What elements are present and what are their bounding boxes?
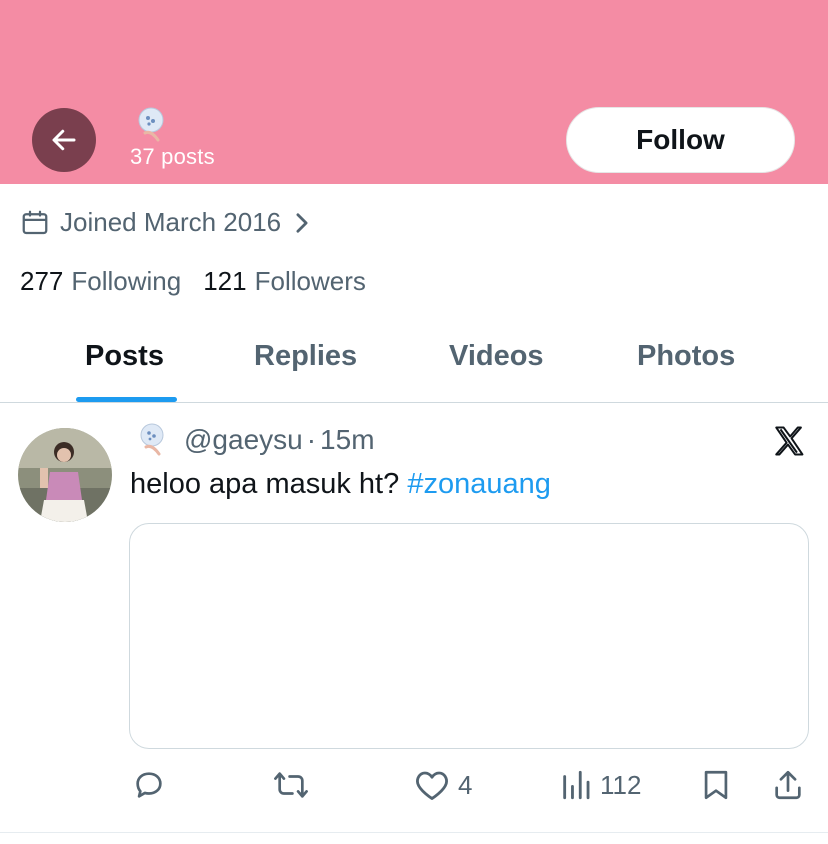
calendar-icon [22, 210, 48, 234]
post-time[interactable]: 15m [320, 424, 374, 455]
repost-button[interactable] [272, 768, 310, 802]
follow-stats: 277 Following 121 Followers [20, 266, 388, 297]
follow-button[interactable]: Follow [566, 107, 795, 173]
joined-text: Joined March 2016 [60, 207, 282, 237]
post-handle[interactable]: @gaeysu [184, 424, 303, 455]
meta-separator: · [306, 424, 317, 455]
share-button[interactable] [771, 768, 805, 802]
view-count: 112 [600, 769, 642, 800]
joined-date[interactable]: Joined March 2016 [20, 207, 311, 238]
post-media-card[interactable] [129, 523, 809, 749]
tab-videos[interactable]: Videos [449, 340, 544, 373]
avatar[interactable] [18, 428, 112, 522]
post-text: heloo apa masuk ht? #zonauang [130, 468, 551, 501]
post-body: heloo apa masuk ht? [130, 468, 400, 500]
post-divider [0, 832, 828, 833]
heart-icon [416, 771, 448, 800]
followers-count: 121 [203, 266, 247, 296]
post-mini-avatar [140, 423, 164, 456]
following-label: Following [71, 266, 182, 296]
x-logo-icon[interactable] [772, 424, 806, 458]
post-count: 37 posts [130, 144, 215, 169]
hashtag-link[interactable]: #zonauang [407, 468, 551, 500]
chevron-right-icon [296, 212, 308, 233]
arrow-left-icon [52, 129, 76, 151]
tab-replies[interactable]: Replies [254, 340, 357, 373]
tab-photos[interactable]: Photos [637, 340, 735, 373]
tab-posts[interactable]: Posts [85, 340, 164, 373]
following-count: 277 [20, 266, 64, 296]
profile-mini-avatar [138, 107, 164, 142]
following-link[interactable]: 277 Following [20, 266, 181, 297]
views-icon [563, 770, 590, 800]
reply-button[interactable] [132, 768, 166, 802]
bookmark-icon [704, 770, 728, 800]
share-icon [775, 770, 801, 800]
active-tab-indicator [76, 397, 177, 402]
reply-icon [136, 772, 162, 798]
like-count: 4 [458, 769, 473, 800]
profile-tabs: Posts Replies Videos Photos [0, 320, 828, 403]
followers-link[interactable]: 121 Followers [203, 266, 366, 297]
followers-label: Followers [254, 266, 366, 296]
bookmark-button[interactable] [700, 768, 732, 802]
repost-icon [274, 772, 308, 798]
like-button[interactable]: 4 [414, 768, 472, 802]
back-button[interactable] [32, 108, 96, 172]
views-button[interactable]: 112 [560, 768, 641, 802]
profile-header-banner: 37 posts Follow [0, 0, 828, 184]
post-meta: @gaeysu · 15m [184, 424, 375, 456]
